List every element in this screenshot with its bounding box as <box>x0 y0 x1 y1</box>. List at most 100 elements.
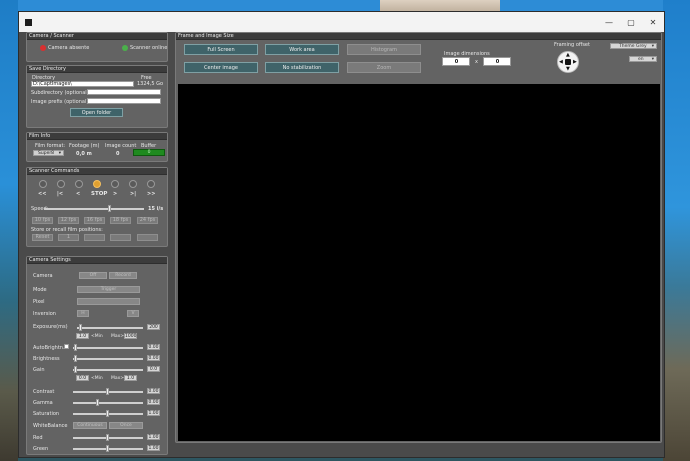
gamma-slider[interactable] <box>73 399 143 406</box>
contrast-value[interactable]: 0.00 <box>147 388 160 394</box>
position-slot-1[interactable]: 1 <box>58 234 79 241</box>
autobrightness-slider-thumb[interactable] <box>74 344 77 351</box>
gain-max-label: Max> <box>111 376 125 381</box>
position-slot-2[interactable] <box>84 234 105 241</box>
title-bar: — ▢ ✕ <box>19 12 664 32</box>
whitebalance-once-button[interactable]: Once <box>109 422 143 429</box>
speed-value: 15 i/s <box>148 206 164 212</box>
red-label: Red <box>33 435 43 441</box>
inversion-h-button[interactable]: H <box>77 310 89 317</box>
brightness-slider-thumb[interactable] <box>74 355 77 362</box>
no-stabilization-button[interactable]: No stabilization <box>265 62 339 73</box>
rewind-button[interactable]: |< <box>57 191 63 197</box>
red-slider-thumb[interactable] <box>106 434 109 441</box>
fps-10-button[interactable]: 10 fps <box>32 217 53 224</box>
fps-24-button[interactable]: 24 fps <box>137 217 158 224</box>
exposure-min-value[interactable]: 1.0 <box>76 333 89 339</box>
gain-max-value[interactable]: 1.0 <box>124 375 137 381</box>
gain-slider-thumb[interactable] <box>74 366 77 373</box>
brightness-value[interactable]: 0.00 <box>147 355 160 361</box>
contrast-slider[interactable] <box>73 388 143 395</box>
camera-off-button[interactable]: Off <box>79 272 107 279</box>
position-slot-3[interactable] <box>110 234 131 241</box>
brightness-slider[interactable] <box>73 355 143 362</box>
zoom-button[interactable]: Zoom <box>347 62 421 73</box>
gain-value[interactable]: 0.0 <box>147 366 160 372</box>
green-value[interactable]: 1.00 <box>147 445 160 451</box>
full-screen-button[interactable]: Full Screen <box>184 44 258 55</box>
whitebalance-continuous-button[interactable]: Continuous <box>73 422 107 429</box>
arrow-up-icon[interactable]: ▲ <box>566 52 570 58</box>
theme-select[interactable]: Theme Grey ▾ <box>610 43 657 49</box>
image-prefix-input[interactable] <box>87 98 161 104</box>
panel-title: Camera / Scanner <box>27 33 167 40</box>
gamma-slider-thumb[interactable] <box>96 399 99 406</box>
step-back-button[interactable]: < <box>76 191 80 197</box>
speed-slider-thumb[interactable] <box>108 205 111 212</box>
autobrightness-slider[interactable] <box>73 344 143 351</box>
mode-label: Mode <box>33 287 47 293</box>
indicator-led <box>147 180 155 188</box>
image-preview-area[interactable] <box>178 84 660 441</box>
green-slider-thumb[interactable] <box>106 445 109 452</box>
exposure-value[interactable]: 200 <box>147 324 160 330</box>
red-value[interactable]: 1.00 <box>147 434 160 440</box>
saturation-value[interactable]: 1.00 <box>147 410 160 416</box>
fps-12-button[interactable]: 12 fps <box>58 217 79 224</box>
center-dot[interactable] <box>565 59 571 65</box>
language-select[interactable]: en ▾ <box>629 56 657 62</box>
gain-slider[interactable] <box>73 366 143 373</box>
indicator-led <box>75 180 83 188</box>
directory-input[interactable]: D:\CaptImages\ <box>31 81 134 87</box>
stop-button[interactable]: STOP <box>91 191 107 197</box>
work-area-button[interactable]: Work area <box>265 44 339 55</box>
inversion-label: Inversion <box>33 311 56 317</box>
forward-button[interactable]: >| <box>130 191 136 197</box>
chevron-down-icon: ▾ <box>651 57 654 62</box>
autobrightness-label: AutoBrightn. <box>33 345 65 351</box>
autobrightness-value[interactable]: 0.00 <box>147 344 160 350</box>
fast-rewind-button[interactable]: << <box>38 191 46 197</box>
desktop-background-right <box>663 0 690 461</box>
minimize-button[interactable]: — <box>598 12 620 32</box>
gamma-value[interactable]: 0.00 <box>147 399 160 405</box>
saturation-slider-thumb[interactable] <box>106 410 109 417</box>
position-slot-4[interactable] <box>137 234 158 241</box>
framing-offset-pad[interactable]: ▲ ◀ ▶ ▼ <box>557 51 579 73</box>
reset-button[interactable]: Reset <box>32 234 53 241</box>
speed-slider[interactable] <box>44 205 144 212</box>
center-image-button[interactable]: Center image <box>184 62 258 73</box>
dimension-x-label: x <box>475 59 478 65</box>
arrow-left-icon[interactable]: ◀ <box>559 59 563 65</box>
close-button[interactable]: ✕ <box>642 12 664 32</box>
exposure-max-value[interactable]: 1000 <box>124 333 137 339</box>
film-format-select[interactable]: Super8 ▾ <box>33 150 64 156</box>
fps-18-button[interactable]: 18 fps <box>110 217 131 224</box>
fast-forward-button[interactable]: >> <box>147 191 155 197</box>
contrast-slider-thumb[interactable] <box>106 388 109 395</box>
exposure-slider[interactable] <box>77 324 143 331</box>
maximize-button[interactable]: ▢ <box>620 12 642 32</box>
whitebalance-label: WhiteBalance <box>33 423 68 429</box>
gain-min-value[interactable]: 0.0 <box>76 375 89 381</box>
step-forward-button[interactable]: > <box>113 191 117 197</box>
mode-trigger-select[interactable]: Trigger <box>77 286 140 293</box>
inversion-v-button[interactable]: V <box>127 310 139 317</box>
exposure-slider-thumb[interactable] <box>79 324 82 331</box>
fps-16-button[interactable]: 16 fps <box>84 217 105 224</box>
open-folder-button[interactable]: Open folder <box>70 108 123 117</box>
green-slider[interactable] <box>73 445 143 452</box>
subdirectory-input[interactable] <box>87 89 161 95</box>
camera-record-button[interactable]: Record <box>109 272 137 279</box>
footage-label: Footage (m) <box>69 143 100 149</box>
red-slider[interactable] <box>73 434 143 441</box>
image-width-input[interactable]: 0 <box>442 57 470 66</box>
saturation-slider[interactable] <box>73 410 143 417</box>
pixel-select[interactable] <box>77 298 140 305</box>
autobrightness-checkbox[interactable] <box>64 344 69 349</box>
image-height-input[interactable]: 0 <box>483 57 511 66</box>
arrow-down-icon[interactable]: ▼ <box>566 66 570 72</box>
arrow-right-icon[interactable]: ▶ <box>573 59 577 65</box>
chevron-down-icon: ▾ <box>58 151 61 156</box>
histogram-button[interactable]: Histogram <box>347 44 421 55</box>
